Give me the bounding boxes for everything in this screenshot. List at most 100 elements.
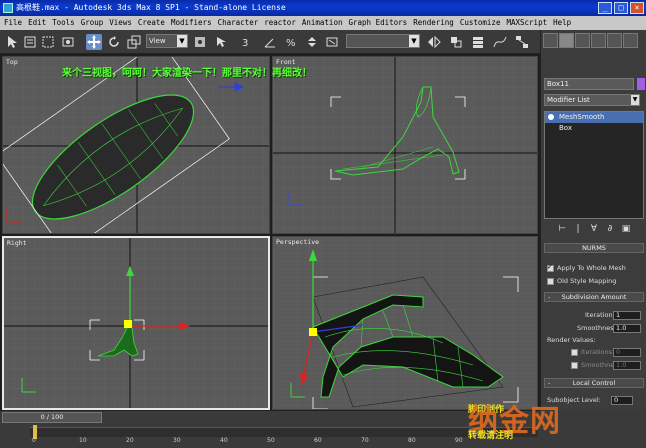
window-title: 高根鞋.max - Autodesk 3ds Max 8 SP1 - Stand… [16,3,286,12]
menu-views[interactable]: Views [109,16,132,30]
stack-item-meshsmooth[interactable]: MeshSmooth [545,112,643,123]
move-icon[interactable] [86,34,102,50]
menu-character[interactable]: Character [218,16,259,30]
show-end-result-icon[interactable]: | [572,223,584,235]
menu-modifiers[interactable]: Modifiers [171,16,212,30]
stack-item-box[interactable]: Box [545,123,643,134]
motion-tab-icon[interactable] [591,33,606,48]
pin-stack-icon[interactable]: ⊢ [556,223,568,235]
remove-modifier-icon[interactable]: ∂ [604,223,616,235]
tick-label: 30 [173,437,181,444]
menu-customize[interactable]: Customize [460,16,501,30]
top-view-canvas [3,57,269,233]
display-tab-icon[interactable] [607,33,622,48]
svg-text:3: 3 [242,38,248,49]
tick-label: 90 [455,437,463,444]
viewport-right[interactable]: Right [2,236,270,410]
object-name-field[interactable]: Box11 [544,78,634,90]
rollout-nurms[interactable]: NURMS [544,243,644,253]
render-values-label: Render Values: [547,336,596,344]
maximize-button[interactable]: □ [614,2,628,14]
edit-named-selection-icon[interactable] [324,34,340,50]
region-select-icon[interactable] [40,34,56,50]
layer-manager-icon[interactable] [470,34,486,50]
render-iterations-spinner[interactable]: 0 [613,348,641,357]
minimize-button[interactable]: _ [598,2,612,14]
curve-editor-icon[interactable] [492,34,508,50]
scale-icon[interactable] [126,34,142,50]
select-manipulate-icon[interactable] [214,34,230,50]
named-selection-dropdown[interactable]: ▼ [346,34,420,48]
menu-file[interactable]: File [4,16,22,30]
modifier-list-dropdown[interactable]: Modifier List ▼ [544,94,640,106]
chevron-down-icon: ▼ [409,35,419,47]
align-icon[interactable] [448,34,464,50]
spinner-snap-icon[interactable] [304,34,320,50]
chevron-down-icon: ▼ [177,35,187,47]
perspective-view-canvas [273,237,537,409]
tick-label: 70 [361,437,369,444]
utilities-tab-icon[interactable] [623,33,638,48]
viewport-label-perspective[interactable]: Perspective [276,238,319,246]
rotate-icon[interactable] [106,34,122,50]
tick-label: 20 [126,437,134,444]
right-view-canvas [4,238,268,408]
tick-label: 10 [79,437,87,444]
track-ruler[interactable] [30,427,538,437]
time-slider-bar: 0 / 100 [0,410,540,424]
annotation-text: 来个三视图，呵呵！大家渲染一下！那里不对！再细改！ [62,68,312,79]
menu-edit[interactable]: Edit [28,16,46,30]
menu-animation[interactable]: Animation [302,16,343,30]
hierarchy-tab-icon[interactable] [575,33,590,48]
modify-tab-icon[interactable] [559,33,574,48]
title-bar: 高根鞋.max - Autodesk 3ds Max 8 SP1 - Stand… [0,0,646,16]
menu-create[interactable]: Create [138,16,165,30]
apply-whole-mesh-checkbox[interactable]: Apply To Whole Mesh [547,263,626,272]
angle-snap-icon[interactable] [262,34,278,50]
schematic-view-icon[interactable] [514,34,530,50]
make-unique-icon[interactable]: ∀ [588,223,600,235]
app-icon [3,3,13,13]
viewport-label-top[interactable]: Top [6,58,18,66]
rollout-local-control[interactable]: - Local Control [544,378,644,388]
subobject-level-spinner[interactable]: 0 [611,396,633,405]
viewport-label-right[interactable]: Right [7,239,27,247]
tick-label: 40 [220,437,228,444]
track-bar[interactable]: 0 10 20 30 40 50 60 70 80 90 [0,424,540,448]
front-view-canvas [273,57,537,233]
snap-toggle-icon[interactable]: 3 [240,34,256,50]
percent-snap-icon[interactable]: % [284,34,300,50]
tick-label: 80 [408,437,416,444]
select-by-name-icon[interactable] [22,34,38,50]
menu-help[interactable]: Help [553,16,571,30]
configure-sets-icon[interactable]: ▣ [620,223,632,235]
viewport-top[interactable]: Top [2,56,270,234]
command-panel: Box11 Modifier List ▼ MeshSmooth Box ⊢ |… [540,30,646,410]
lightbulb-icon[interactable] [548,114,554,120]
smoothness-spinner[interactable]: 1.0 [613,324,641,333]
window-crossing-icon[interactable] [60,34,76,50]
modifier-stack[interactable]: MeshSmooth Box [544,111,644,219]
render-smoothness-spinner[interactable]: 1.0 [613,361,641,370]
object-color-swatch[interactable] [637,78,645,90]
close-button[interactable]: × [630,2,644,14]
viewport-front[interactable]: Front [272,56,538,234]
create-tab-icon[interactable] [543,33,558,48]
tick-label: 0 [32,437,36,444]
menu-group[interactable]: Group [81,16,104,30]
menu-graph-editors[interactable]: Graph Editors [348,16,407,30]
time-slider[interactable]: 0 / 100 [2,412,102,423]
menu-reactor[interactable]: reactor [264,16,296,30]
chevron-down-icon: ▼ [631,95,639,105]
old-style-mapping-checkbox[interactable]: Old Style Mapping [547,277,616,285]
select-icon[interactable] [4,34,20,50]
mirror-icon[interactable] [426,34,442,50]
rollout-subdivision-amount[interactable]: - Subdivision Amount [544,292,644,302]
reference-coord-dropdown[interactable]: View ▼ [146,34,188,48]
menu-maxscript[interactable]: MAXScript [506,16,547,30]
pivot-center-icon[interactable] [192,34,208,50]
iterations-spinner[interactable]: 1 [613,311,641,320]
menu-tools[interactable]: Tools [52,16,75,30]
viewport-perspective[interactable]: Perspective [272,236,538,410]
menu-rendering[interactable]: Rendering [413,16,454,30]
